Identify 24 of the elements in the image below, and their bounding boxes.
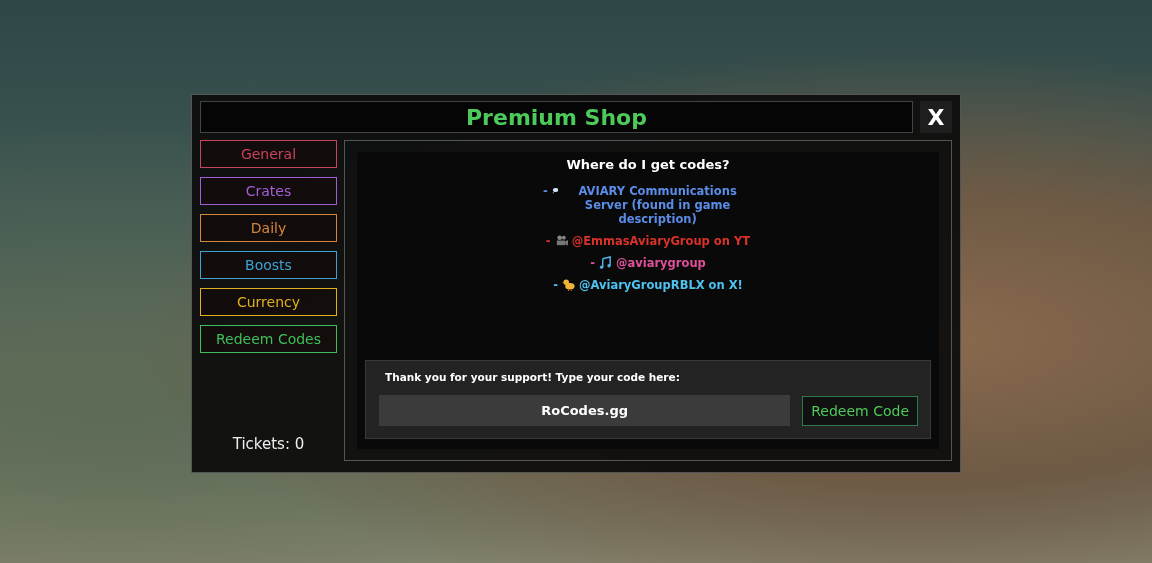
dash-text: - — [590, 256, 595, 270]
code-source-text: AVIARY Communications Server (found in game description) — [577, 184, 738, 226]
redeem-code-button[interactable]: Redeem Code — [802, 395, 918, 426]
dash-text: - — [553, 278, 558, 292]
camera-icon — [554, 234, 568, 247]
window-title: Premium Shop — [200, 101, 913, 133]
dash-text: - — [545, 234, 551, 248]
category-tab[interactable]: Daily — [200, 214, 337, 242]
chick-icon — [562, 278, 575, 291]
tickets-count: Tickets: 0 — [231, 435, 306, 453]
code-source-text: @AviaryGroupRBLX on X! — [579, 278, 743, 292]
category-tab[interactable]: Boosts — [200, 251, 337, 279]
code-source-text: @aviarygroup — [615, 256, 706, 270]
codes-heading: Where do I get codes? — [566, 157, 730, 172]
close-button[interactable]: X — [920, 101, 952, 133]
code-input-field[interactable]: RoCodes.gg — [379, 395, 791, 426]
category-tab[interactable]: Currency — [200, 288, 337, 316]
category-tab[interactable]: Redeem Codes — [200, 325, 337, 353]
category-tab[interactable]: Crates — [200, 177, 337, 205]
dash-text: - — [543, 184, 548, 198]
code-source-text: @EmmasAviaryGroup on YT — [571, 234, 751, 248]
redeem-prompt: Thank you for your support! Type your code here: — [384, 371, 681, 383]
music-note-icon — [598, 256, 612, 269]
category-tab[interactable]: General — [200, 140, 337, 168]
